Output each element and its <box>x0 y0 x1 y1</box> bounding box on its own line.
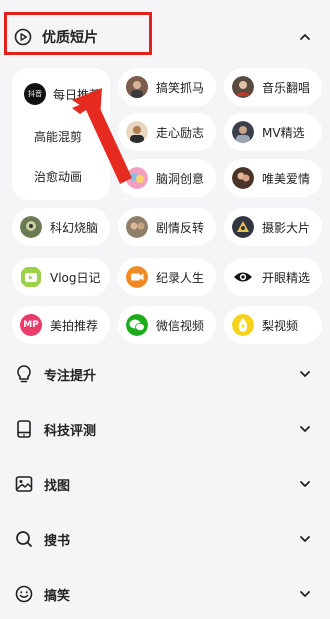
tile-inspire[interactable]: 走心励志 <box>118 113 216 151</box>
chevron-down-icon[interactable] <box>298 534 312 544</box>
inspire-avatar-icon <box>126 121 148 143</box>
vlog-icon <box>20 266 42 288</box>
tile-wechat-video[interactable]: 微信视频 <box>118 306 216 344</box>
tile-label: 微信视频 <box>156 318 205 333</box>
wechat-icon <box>126 314 148 336</box>
image-icon <box>15 476 33 492</box>
tile-label: 纪录人生 <box>156 270 205 285</box>
tile-label: 剧情反转 <box>156 220 205 235</box>
tile-meipai[interactable]: MP 美拍推荐 <box>12 306 110 344</box>
tile-label: 走心励志 <box>156 125 205 140</box>
tile-energy-mix[interactable]: 高能混剪 <box>12 118 110 154</box>
tile-label: 美拍推荐 <box>50 318 99 333</box>
tile-label: 治愈动画 <box>34 169 83 184</box>
section-title: 搜书 <box>44 534 71 549</box>
meipai-icon: MP <box>20 314 42 336</box>
tile-label: 音乐翻唱 <box>262 80 311 95</box>
tile-photography[interactable]: 摄影大片 <box>224 208 322 246</box>
love-avatar-icon <box>232 167 254 189</box>
plot-avatar-icon <box>126 216 148 238</box>
pear-video-icon <box>232 314 254 336</box>
section-title: 找图 <box>44 479 71 494</box>
section-title: 专注提升 <box>44 369 97 384</box>
record-icon <box>126 266 148 288</box>
section-title: 搞笑 <box>44 589 71 604</box>
featured-card: 抖音 每日推荐 高能混剪 治愈动画 <box>12 68 110 200</box>
tile-vlog[interactable]: Vlog日记 <box>12 258 110 296</box>
tile-label: 脑洞创意 <box>156 171 205 186</box>
tile-scifi[interactable]: 科幻烧脑 <box>12 208 110 246</box>
tile-love[interactable]: 唯美爱情 <box>224 159 322 197</box>
tile-eye-select[interactable]: 开眼精选 <box>224 258 322 296</box>
tile-creative[interactable]: 脑洞创意 <box>118 159 216 197</box>
tablet-icon <box>17 420 31 438</box>
tile-plot-twist[interactable]: 剧情反转 <box>118 208 216 246</box>
tile-label: 科幻烧脑 <box>50 220 99 235</box>
tile-label: MV精选 <box>262 125 305 140</box>
tile-pear-video[interactable]: 梨视频 <box>224 306 322 344</box>
chevron-up-icon[interactable] <box>298 32 312 42</box>
tile-label: 高能混剪 <box>34 129 83 144</box>
tile-label: 摄影大片 <box>262 220 311 235</box>
tile-mv[interactable]: MV精选 <box>224 113 322 151</box>
tile-label: 梨视频 <box>262 318 299 333</box>
tile-label: 开眼精选 <box>262 270 311 285</box>
smile-icon <box>15 585 33 603</box>
section-title: 优质短片 <box>42 30 98 46</box>
tile-daily-recommend[interactable]: 抖音 每日推荐 <box>12 76 110 112</box>
douyin-logo-icon: 抖音 <box>24 83 46 105</box>
tile-label: 搞笑抓马 <box>156 80 205 95</box>
search-icon <box>16 531 32 547</box>
section-search-books[interactable]: 搜书 <box>0 519 330 559</box>
tile-record-life[interactable]: 纪录人生 <box>118 258 216 296</box>
tile-healing-animation[interactable]: 治愈动画 <box>12 158 110 194</box>
play-circle-icon <box>14 28 32 46</box>
section-title: 科技评测 <box>44 424 97 439</box>
chevron-down-icon[interactable] <box>298 369 312 379</box>
tile-label: 每日推荐 <box>53 87 102 102</box>
section-funny[interactable]: 搞笑 <box>0 574 330 614</box>
music-avatar-icon <box>232 76 254 98</box>
lightbulb-icon <box>17 365 31 383</box>
chevron-down-icon[interactable] <box>298 589 312 599</box>
tile-label: Vlog日记 <box>50 270 101 285</box>
section-focus[interactable]: 专注提升 <box>0 354 330 394</box>
section-header-quality-shorts[interactable]: 优质短片 <box>0 0 330 62</box>
tile-music-cover[interactable]: 音乐翻唱 <box>224 68 322 106</box>
chevron-down-icon[interactable] <box>298 424 312 434</box>
section-find-image[interactable]: 找图 <box>0 464 330 504</box>
tile-funny[interactable]: 搞笑抓马 <box>118 68 216 106</box>
photo-avatar-icon <box>232 216 254 238</box>
creative-avatar-icon <box>126 167 148 189</box>
funny-avatar-icon <box>126 76 148 98</box>
chevron-down-icon[interactable] <box>298 479 312 489</box>
tile-label: 唯美爱情 <box>262 171 311 186</box>
mv-avatar-icon <box>232 121 254 143</box>
scifi-avatar-icon <box>20 216 42 238</box>
section-tech-review[interactable]: 科技评测 <box>0 409 330 449</box>
eye-icon <box>232 266 254 288</box>
